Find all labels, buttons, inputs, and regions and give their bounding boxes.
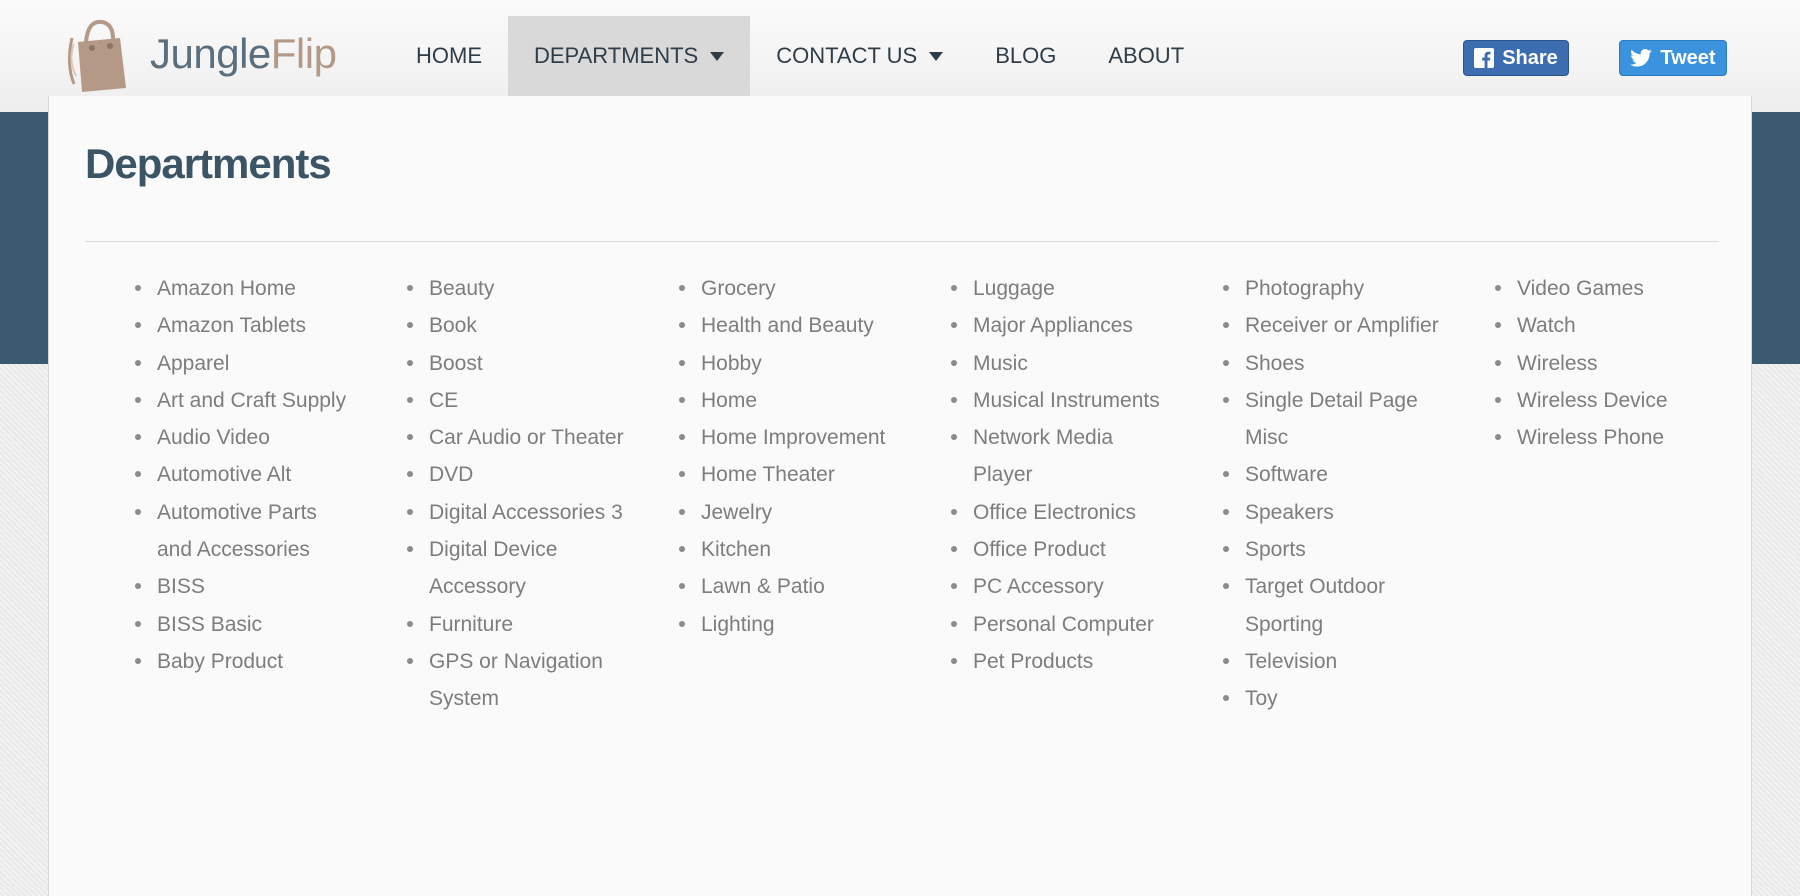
department-link[interactable]: Amazon Home	[135, 270, 357, 307]
logo-text: JungleFlip	[150, 30, 337, 78]
department-link[interactable]: Health and Beauty	[679, 307, 901, 344]
department-link[interactable]: Office Electronics	[951, 494, 1173, 531]
nav-contact-us[interactable]: CONTACT US	[750, 16, 969, 96]
department-link[interactable]: Grocery	[679, 270, 901, 307]
nav-home[interactable]: HOME	[390, 16, 508, 96]
department-link[interactable]: Furniture	[407, 606, 629, 643]
caret-down-icon	[710, 51, 725, 61]
logo-text-jungle: Jungle	[150, 30, 271, 77]
facebook-share-button[interactable]: Share	[1463, 40, 1569, 76]
department-link[interactable]: Book	[407, 307, 629, 344]
department-link[interactable]: Pet Products	[951, 643, 1173, 680]
department-link[interactable]: GPS or Navigation System	[407, 643, 629, 718]
department-link[interactable]: Jewelry	[679, 494, 901, 531]
department-column-3: Grocery Health and Beauty Hobby Home Hom…	[679, 270, 951, 718]
site-logo[interactable]: JungleFlip	[64, 14, 337, 94]
department-link[interactable]: Personal Computer	[951, 606, 1173, 643]
main-nav: HOME DEPARTMENTS CONTACT US BLOG ABOUT	[390, 16, 1210, 96]
twitter-icon	[1630, 49, 1653, 67]
department-link[interactable]: Software	[1223, 456, 1445, 493]
tweet-label: Tweet	[1660, 46, 1716, 69]
department-link[interactable]: Home	[679, 382, 901, 419]
department-link[interactable]: Speakers	[1223, 494, 1445, 531]
department-link[interactable]: Lawn & Patio	[679, 568, 901, 605]
department-column-2: Beauty Book Boost CE Car Audio or Theate…	[407, 270, 679, 718]
department-link[interactable]: Apparel	[135, 345, 357, 382]
department-link[interactable]: Sports	[1223, 531, 1445, 568]
department-column-1: Amazon Home Amazon Tablets Apparel Art a…	[135, 270, 407, 718]
department-link[interactable]: Lighting	[679, 606, 901, 643]
shopping-bag-logo-icon	[67, 19, 126, 92]
department-link[interactable]: Receiver or Amplifier	[1223, 307, 1445, 344]
department-link[interactable]: Home Theater	[679, 456, 901, 493]
department-link[interactable]: Network Media Player	[951, 419, 1173, 494]
tweet-button[interactable]: Tweet	[1619, 40, 1727, 76]
department-link[interactable]: Watch	[1495, 307, 1717, 344]
nav-about[interactable]: ABOUT	[1082, 16, 1210, 96]
department-link[interactable]: Target Outdoor Sporting	[1223, 568, 1445, 643]
department-link[interactable]: Automotive Parts and Accessories	[135, 494, 357, 569]
departments-panel: Departments Amazon Home Amazon Tablets A…	[48, 96, 1752, 896]
department-link[interactable]: Office Product	[951, 531, 1173, 568]
department-link[interactable]: Baby Product	[135, 643, 357, 680]
nav-home-label: HOME	[416, 43, 482, 68]
department-link[interactable]: Digital Device Accessory	[407, 531, 629, 606]
department-link[interactable]: Video Games	[1495, 270, 1717, 307]
department-link[interactable]: Car Audio or Theater	[407, 419, 629, 456]
department-link[interactable]: Boost	[407, 345, 629, 382]
nav-blog-label: BLOG	[995, 43, 1057, 68]
department-link[interactable]: CE	[407, 382, 629, 419]
nav-blog[interactable]: BLOG	[969, 16, 1082, 96]
department-link[interactable]: Wireless Device	[1495, 382, 1717, 419]
department-link[interactable]: Musical Instruments	[951, 382, 1173, 419]
department-link[interactable]: Digital Accessories 3	[407, 494, 629, 531]
department-link[interactable]: Photography	[1223, 270, 1445, 307]
nav-departments-label: DEPARTMENTS	[534, 43, 699, 68]
department-link[interactable]: Kitchen	[679, 531, 901, 568]
share-label: Share	[1502, 46, 1558, 69]
nav-departments[interactable]: DEPARTMENTS	[508, 16, 751, 96]
divider	[85, 241, 1719, 242]
page-title: Departments	[85, 140, 332, 187]
nav-contact-us-label: CONTACT US	[776, 43, 918, 68]
facebook-icon	[1474, 48, 1495, 68]
department-link[interactable]: BISS Basic	[135, 606, 357, 643]
department-link[interactable]: Single Detail Page Misc	[1223, 382, 1445, 457]
department-link[interactable]: Toy	[1223, 680, 1445, 717]
department-link[interactable]: Television	[1223, 643, 1445, 680]
department-link[interactable]: Art and Craft Supply	[135, 382, 357, 419]
department-link[interactable]: Hobby	[679, 345, 901, 382]
logo-text-flip: Flip	[270, 30, 337, 77]
department-column-4: Luggage Major Appliances Music Musical I…	[951, 270, 1223, 718]
department-link[interactable]: Amazon Tablets	[135, 307, 357, 344]
department-link[interactable]: BISS	[135, 568, 357, 605]
caret-down-icon	[929, 51, 944, 61]
department-link[interactable]: Home Improvement	[679, 419, 901, 456]
department-link[interactable]: Automotive Alt	[135, 456, 357, 493]
department-link[interactable]: Wireless	[1495, 345, 1717, 382]
department-column-6: Video Games Watch Wireless Wireless Devi…	[1495, 270, 1767, 718]
department-link[interactable]: PC Accessory	[951, 568, 1173, 605]
department-link[interactable]: Shoes	[1223, 345, 1445, 382]
department-column-5: Photography Receiver or Amplifier Shoes …	[1223, 270, 1495, 718]
department-link[interactable]: Beauty	[407, 270, 629, 307]
nav-about-label: ABOUT	[1108, 43, 1185, 68]
department-link[interactable]: DVD	[407, 456, 629, 493]
department-columns: Amazon Home Amazon Tablets Apparel Art a…	[135, 270, 1767, 718]
department-link[interactable]: Music	[951, 345, 1173, 382]
department-link[interactable]: Wireless Phone	[1495, 419, 1717, 456]
department-link[interactable]: Luggage	[951, 270, 1173, 307]
department-link[interactable]: Major Appliances	[951, 307, 1173, 344]
department-link[interactable]: Audio Video	[135, 419, 357, 456]
